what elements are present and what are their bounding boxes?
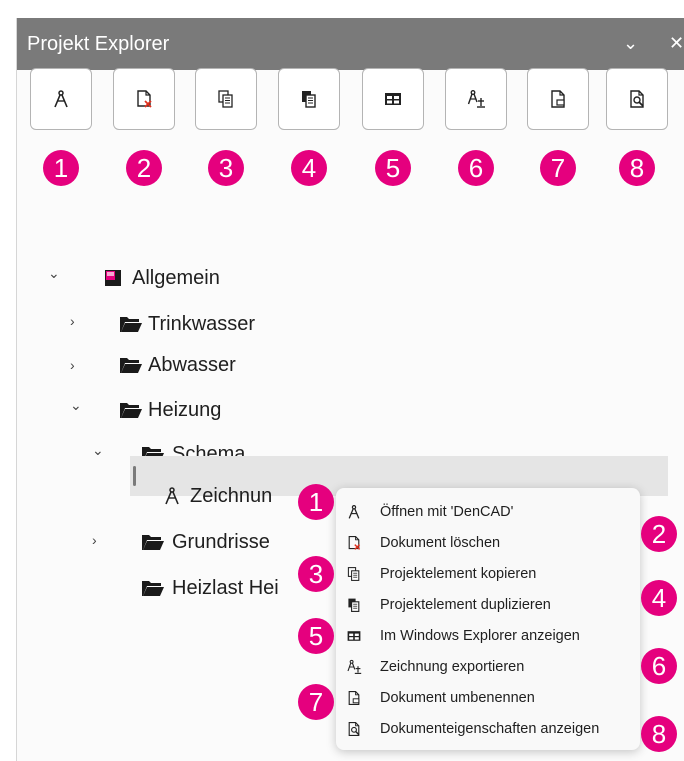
- document-delete-icon: [134, 89, 154, 109]
- panel-titlebar: Projekt Explorer ⌄ ✕: [17, 18, 684, 70]
- number-badge: 1: [298, 484, 334, 520]
- export-drawing-icon: [466, 89, 486, 109]
- project-root-icon: [102, 268, 124, 288]
- menu-item-rename-document[interactable]: Dokument umbenennen: [336, 684, 640, 712]
- tree-item-label: Grundrisse: [172, 530, 270, 553]
- document-properties-button[interactable]: [606, 68, 668, 130]
- tree-item-label: Heizlast Hei: [172, 576, 279, 599]
- tree-item-trinkwasser[interactable]: Trinkwasser: [118, 310, 255, 338]
- explorer-grid-icon: [346, 628, 362, 644]
- number-badge: 5: [375, 150, 411, 186]
- compass-icon: [51, 89, 71, 109]
- document-delete-icon: [346, 535, 362, 551]
- rename-document-icon: [346, 690, 362, 706]
- copy-icon: [216, 89, 236, 109]
- number-badge: 6: [641, 648, 677, 684]
- number-badge: 2: [126, 150, 162, 186]
- duplicate-icon: [299, 89, 319, 109]
- rename-document-button[interactable]: [527, 68, 589, 130]
- number-badge: 7: [540, 150, 576, 186]
- tree-item-abwasser[interactable]: Abwasser: [118, 351, 236, 379]
- selection-indicator: [133, 466, 136, 486]
- number-badge: 3: [298, 556, 334, 592]
- compass-icon: [346, 504, 362, 520]
- chevron-down-icon[interactable]: ⌄: [70, 397, 82, 414]
- duplicate-icon: [346, 597, 362, 613]
- number-badge: 8: [641, 716, 677, 752]
- number-badge: 5: [298, 618, 334, 654]
- export-drawing-icon: [346, 659, 362, 675]
- tree-item-heizung[interactable]: Heizung: [118, 396, 221, 424]
- number-badge: 6: [458, 150, 494, 186]
- menu-item-duplicate-element[interactable]: Projektelement duplizieren: [336, 591, 640, 619]
- menu-item-label: Im Windows Explorer anzeigen: [380, 628, 580, 644]
- copy-element-button[interactable]: [195, 68, 257, 130]
- menu-item-label: Dokumenteigenschaften anzeigen: [380, 721, 600, 737]
- folder-icon: [140, 578, 166, 598]
- folder-icon: [140, 532, 166, 552]
- number-badge: 4: [641, 580, 677, 616]
- number-badge: 4: [291, 150, 327, 186]
- tree-item-label: Zeichnun: [190, 484, 273, 507]
- menu-item-label: Projektelement duplizieren: [380, 597, 551, 613]
- chevron-right-icon[interactable]: ›: [70, 357, 75, 373]
- duplicate-element-button[interactable]: [278, 68, 340, 130]
- tree-item-heizlast[interactable]: Heizlast Hei: [140, 574, 279, 602]
- number-badge: 1: [43, 150, 79, 186]
- number-badge: 2: [641, 516, 677, 552]
- menu-item-label: Öffnen mit 'DenCAD': [380, 504, 514, 520]
- chevron-right-icon[interactable]: ›: [92, 532, 97, 548]
- export-drawing-button[interactable]: [445, 68, 507, 130]
- menu-item-export-drawing[interactable]: Zeichnung exportieren: [336, 653, 640, 681]
- menu-item-copy-element[interactable]: Projektelement kopieren: [336, 560, 640, 588]
- menu-item-label: Dokument löschen: [380, 535, 501, 551]
- context-menu: Öffnen mit 'DenCAD' Dokument löschen Pro…: [336, 488, 640, 750]
- properties-icon: [627, 89, 647, 109]
- menu-item-delete-document[interactable]: Dokument löschen: [336, 529, 640, 557]
- chevron-down-icon[interactable]: ⌄: [92, 442, 104, 459]
- number-badge: 8: [619, 150, 655, 186]
- tree-item-label: Allgemein: [132, 266, 220, 289]
- menu-item-label: Zeichnung exportieren: [380, 659, 525, 675]
- tree-item-label: Trinkwasser: [148, 312, 256, 335]
- explorer-grid-icon: [383, 89, 403, 109]
- tree-item-zeichnung[interactable]: Zeichnun: [162, 482, 272, 510]
- menu-item-label: Dokument umbenennen: [380, 690, 535, 706]
- show-in-explorer-button[interactable]: [362, 68, 424, 130]
- delete-document-button[interactable]: [113, 68, 175, 130]
- tree-item-label: Abwasser: [148, 353, 236, 376]
- copy-icon: [346, 566, 362, 582]
- number-badge: 3: [208, 150, 244, 186]
- properties-icon: [346, 721, 362, 737]
- number-badge: 7: [298, 684, 334, 720]
- tree-item-allgemein[interactable]: Allgemein: [102, 264, 220, 292]
- folder-icon: [118, 400, 144, 420]
- menu-item-open-dencad[interactable]: Öffnen mit 'DenCAD': [336, 498, 640, 526]
- chevron-down-icon[interactable]: ⌄: [623, 32, 638, 54]
- rename-document-icon: [548, 89, 568, 109]
- open-with-dencad-button[interactable]: [30, 68, 92, 130]
- folder-icon: [118, 314, 144, 334]
- folder-icon: [118, 355, 144, 375]
- menu-item-label: Projektelement kopieren: [380, 566, 537, 582]
- menu-item-show-in-explorer[interactable]: Im Windows Explorer anzeigen: [336, 622, 640, 650]
- chevron-right-icon[interactable]: ›: [70, 313, 75, 329]
- chevron-down-icon[interactable]: ⌄: [48, 265, 60, 282]
- panel-title: Projekt Explorer: [27, 33, 170, 55]
- menu-item-document-properties[interactable]: Dokumenteigenschaften anzeigen: [336, 715, 640, 743]
- tree-item-label: Heizung: [148, 398, 222, 421]
- close-icon[interactable]: ✕: [669, 32, 684, 54]
- compass-icon: [162, 486, 182, 506]
- tree-item-grundrisse[interactable]: Grundrisse: [140, 528, 270, 556]
